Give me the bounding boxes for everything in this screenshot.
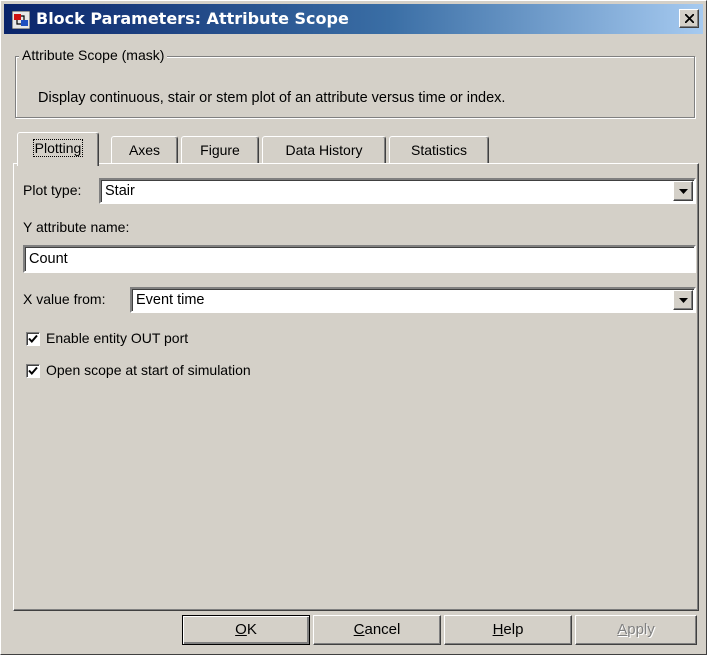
tab-figure[interactable]: Figure [181,136,259,164]
ok-mnemonic: O [235,621,247,638]
enable-out-port-checkbox[interactable] [26,332,40,346]
close-icon [685,14,694,23]
y-attribute-input[interactable]: Count [23,245,696,273]
plot-type-label: Plot type: [23,182,82,198]
ok-button[interactable]: OK [182,615,310,645]
enable-out-port-label[interactable]: Enable entity OUT port [46,330,188,346]
mask-description: Display continuous, stair or stem plot o… [38,90,506,106]
apply-rest: pply [627,621,655,638]
dialog-window: Block Parameters: Attribute Scope Attrib… [0,0,707,655]
tab-figure-label: Figure [200,142,240,158]
help-button[interactable]: Help [444,615,572,645]
tab-plotting[interactable]: Plotting [17,132,99,166]
simulink-block-icon [12,11,30,29]
tab-data-history[interactable]: Data History [262,136,386,164]
open-scope-checkbox[interactable] [26,364,40,378]
mask-legend: Attribute Scope (mask) [19,47,168,63]
chevron-down-icon [679,189,688,194]
tab-plotting-label: Plotting [32,139,84,157]
checkmark-icon [28,366,38,375]
plot-type-value: Stair [105,183,135,199]
window-title: Block Parameters: Attribute Scope [36,9,349,28]
tab-data-history-label: Data History [285,142,363,158]
apply-button[interactable]: Apply [575,615,697,645]
open-scope-label[interactable]: Open scope at start of simulation [46,362,251,378]
tab-axes[interactable]: Axes [111,136,178,164]
title-bar[interactable]: Block Parameters: Attribute Scope [4,4,703,34]
cancel-button[interactable]: Cancel [313,615,441,645]
x-value-value: Event time [136,292,205,308]
apply-mnemonic: A [617,621,628,638]
checkmark-icon [28,334,38,343]
x-value-label: X value from: [23,291,106,307]
x-value-dropdown-button[interactable] [673,290,693,310]
plot-type-dropdown-button[interactable] [673,181,693,201]
cancel-mnemonic: C [353,621,365,638]
chevron-down-icon [679,298,688,303]
help-mnemonic: H [492,621,504,638]
tab-statistics-label: Statistics [410,142,467,158]
x-value-select[interactable]: Event time [130,287,696,313]
plot-type-select[interactable]: Stair [99,178,696,204]
y-attribute-label: Y attribute name: [23,219,130,235]
cancel-rest: ancel [364,621,401,638]
tab-axes-label: Axes [128,142,161,158]
ok-rest: K [246,621,257,638]
tab-statistics[interactable]: Statistics [389,136,489,164]
help-rest: elp [503,621,524,638]
y-attribute-value: Count [29,251,68,267]
close-button[interactable] [679,9,699,28]
mask-groupbox [15,56,695,118]
